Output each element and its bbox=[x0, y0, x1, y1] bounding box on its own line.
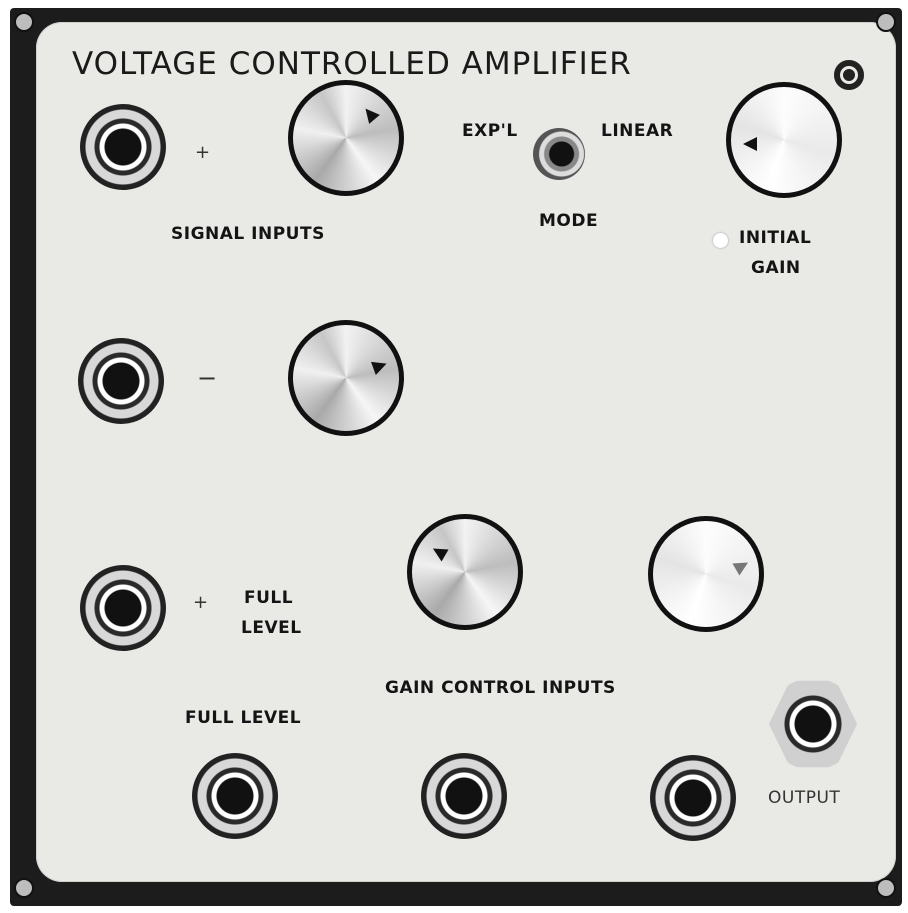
full-level-label: FULL LEVEL bbox=[185, 708, 302, 728]
mode-toggle-switch[interactable] bbox=[533, 128, 585, 180]
gain-control-full-level-jack[interactable] bbox=[192, 753, 278, 839]
pointer-icon bbox=[429, 542, 449, 562]
signal-plus-knob[interactable] bbox=[288, 80, 404, 196]
pointer-icon bbox=[743, 137, 757, 151]
panel-title: VOLTAGE CONTROLLED AMPLIFIER bbox=[72, 46, 632, 82]
linear-label: LINEAR bbox=[601, 121, 674, 141]
full-label: FULL bbox=[244, 588, 294, 608]
gain-control-full-level-knob[interactable] bbox=[407, 514, 523, 630]
gain-control-variable-knob[interactable] bbox=[648, 516, 764, 632]
logo-icon bbox=[834, 60, 864, 90]
gain-control-plus-jack[interactable] bbox=[80, 565, 166, 651]
indicator-lamp bbox=[713, 233, 728, 248]
screw-bottom-right bbox=[876, 878, 896, 898]
pointer-icon bbox=[732, 556, 752, 576]
signal-input-plus-jack[interactable] bbox=[80, 104, 166, 190]
signal-minus-knob[interactable] bbox=[288, 320, 404, 436]
plus-sign: + bbox=[195, 142, 211, 163]
screw-top-right bbox=[876, 12, 896, 32]
screw-top-left bbox=[14, 12, 34, 32]
gain-control-variable-jack[interactable] bbox=[650, 755, 736, 841]
gain-control-inputs-label: GAIN CONTROL INPUTS bbox=[385, 678, 616, 698]
mode-label: MODE bbox=[539, 211, 599, 231]
output-label: OUTPUT bbox=[768, 788, 841, 808]
pointer-icon bbox=[360, 104, 380, 124]
pointer-icon bbox=[371, 357, 389, 375]
gain-control-input-jack[interactable] bbox=[421, 753, 507, 839]
screw-bottom-left bbox=[14, 878, 34, 898]
initial-label: INITIAL bbox=[739, 228, 812, 248]
signal-input-minus-jack[interactable] bbox=[78, 338, 164, 424]
gain-label: GAIN bbox=[751, 258, 801, 278]
minus-sign: − bbox=[197, 364, 218, 392]
level-label: LEVEL bbox=[241, 618, 302, 638]
plus-sign: + bbox=[193, 592, 209, 613]
initial-gain-knob[interactable] bbox=[726, 82, 842, 198]
expl-label: EXP'L bbox=[462, 121, 518, 141]
signal-inputs-label: SIGNAL INPUTS bbox=[171, 224, 325, 244]
